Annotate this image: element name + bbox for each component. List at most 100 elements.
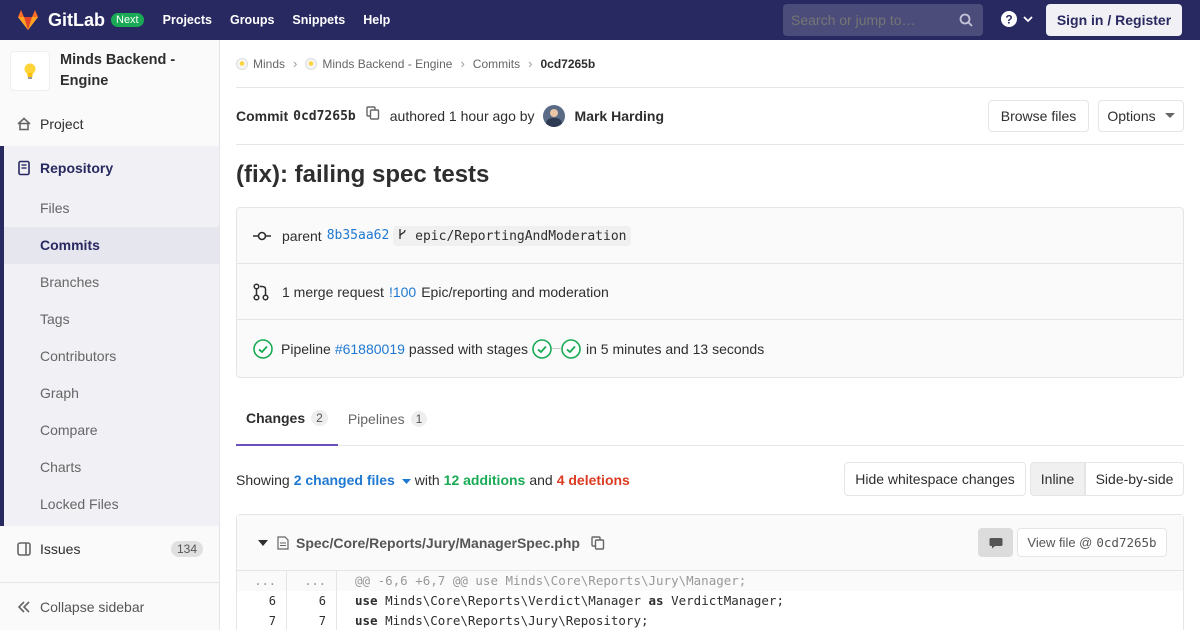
repository-submenu: Files Commits Branches Tags Contributors… (0, 190, 219, 526)
help-dropdown[interactable]: ? (1000, 10, 1034, 28)
next-badge[interactable]: Next (111, 13, 144, 27)
options-label: Options (1107, 108, 1156, 124)
search-input[interactable] (791, 12, 951, 28)
sidebar-item-graph[interactable]: Graph (4, 375, 219, 412)
browse-files-button[interactable]: Browse files (988, 100, 1089, 132)
old-line-number[interactable]: ... (237, 571, 287, 591)
nav-groups[interactable]: Groups (221, 0, 283, 40)
nav-projects[interactable]: Projects (154, 0, 221, 40)
inline-view-button[interactable]: Inline (1030, 462, 1085, 496)
sidebar-item-commits[interactable]: Commits (4, 227, 219, 264)
additions-count: 12 additions (443, 472, 526, 488)
new-line-number[interactable]: 7 (287, 611, 337, 630)
nav-snippets[interactable]: Snippets (283, 0, 354, 40)
project-sidebar: Minds Backend - Engine Project Repositor… (0, 40, 220, 630)
stage-passed-icon[interactable] (532, 338, 552, 359)
author-name[interactable]: Mark Harding (575, 108, 664, 124)
sidebar-item-charts[interactable]: Charts (4, 449, 219, 486)
diff-hunk-header: ... ... @@ -6,6 +6,7 @@ use Minds\Core\R… (237, 571, 1183, 591)
new-line-number[interactable]: 6 (287, 591, 337, 611)
issues-icon (17, 542, 31, 556)
pipeline-status-text: passed with stages (408, 340, 528, 357)
project-avatar-icon (305, 57, 318, 70)
branch-label[interactable]: epic/ReportingAndModeration (393, 225, 632, 246)
view-file-sha: 0cd7265b (1096, 535, 1157, 550)
svg-text:?: ? (1005, 13, 1012, 27)
top-navbar: GitLab Next Projects Groups Snippets Hel… (0, 0, 1200, 40)
sidebar-item-contributors[interactable]: Contributors (4, 338, 219, 375)
merge-request-icon (253, 282, 269, 301)
sidebar-item-files[interactable]: Files (4, 190, 219, 227)
merge-request-title: Epic/reporting and moderation (421, 283, 609, 300)
old-line-number[interactable]: 7 (237, 611, 287, 630)
breadcrumb-item[interactable]: Minds (236, 57, 285, 71)
view-file-button[interactable]: View file @ 0cd7265b (1017, 528, 1167, 557)
tab-changes[interactable]: Changes 2 (236, 391, 338, 446)
new-line-number[interactable]: ... (287, 571, 337, 591)
comment-icon (989, 537, 1002, 548)
sidebar-item-issues[interactable]: Issues 134 (0, 527, 219, 571)
sidebar-item-compare[interactable]: Compare (4, 412, 219, 449)
stage-connector (551, 348, 561, 349)
hide-whitespace-button[interactable]: Hide whitespace changes (844, 462, 1026, 496)
diff-line-code: use Minds\Core\Reports\Verdict\Manager a… (337, 591, 784, 611)
code-text: Minds\Core\Reports\Jury\Repository; (377, 613, 649, 628)
author-avatar[interactable] (542, 105, 565, 127)
deletions-count: 4 deletions (556, 472, 630, 488)
with-label: with (414, 472, 440, 488)
pipeline-status-passed-icon[interactable] (253, 338, 273, 359)
sidebar-item-label: Issues (40, 541, 81, 557)
breadcrumb-label: Minds Backend - Engine (322, 56, 453, 71)
diff-file-path[interactable]: Spec/Core/Reports/Jury/ManagerSpec.php (296, 535, 580, 551)
nav-help[interactable]: Help (354, 0, 399, 40)
breadcrumb-item[interactable]: Minds Backend - Engine (305, 57, 452, 71)
brand-name: GitLab (48, 9, 105, 30)
commit-sha: 0cd7265b (293, 108, 356, 124)
search-box[interactable] (783, 4, 983, 36)
home-icon (17, 117, 31, 131)
showing-label: Showing (236, 472, 290, 488)
and-label: and (529, 472, 553, 488)
repository-icon (18, 160, 30, 176)
breadcrumb-label: Minds (253, 56, 286, 71)
breadcrumb-separator: › (460, 56, 465, 71)
tab-pipelines[interactable]: Pipelines 1 (338, 391, 438, 446)
breadcrumb-item[interactable]: Commits (473, 57, 520, 71)
toggle-comments-button[interactable] (978, 528, 1013, 557)
project-name: Minds Backend - Engine (60, 52, 176, 89)
lightbulb-icon (24, 63, 36, 79)
code-text: Minds\Core\Reports\Verdict\Manager (377, 593, 649, 608)
sidebar-item-locked-files[interactable]: Locked Files (4, 486, 219, 526)
tab-count-badge: 2 (311, 409, 328, 426)
commit-info-box: parent 8b35aa62 epic/ReportingAndModerat… (236, 207, 1184, 378)
commit-label: Commit (236, 108, 289, 124)
breadcrumb-current[interactable]: 0cd7265b (540, 57, 595, 71)
collapse-sidebar-button[interactable]: Collapse sidebar (0, 582, 219, 630)
options-dropdown[interactable]: Options (1098, 100, 1184, 132)
sidebar-item-repository[interactable]: Repository (0, 146, 219, 190)
merge-request-link[interactable]: !100 (389, 284, 416, 300)
copy-icon[interactable] (366, 106, 380, 120)
sign-in-button[interactable]: Sign in / Register (1046, 4, 1182, 36)
diff-line: 6 6 use Minds\Core\Reports\Verdict\Manag… (237, 591, 1183, 611)
sidebar-item-tags[interactable]: Tags (4, 301, 219, 338)
pipeline-label: Pipeline (281, 340, 331, 357)
sidebar-item-label: Project (40, 116, 84, 132)
changed-files-label: 2 changed files (293, 472, 395, 488)
caret-down-icon[interactable] (258, 539, 268, 547)
side-by-side-button[interactable]: Side-by-side (1085, 462, 1184, 496)
copy-icon[interactable] (591, 535, 605, 550)
caret-down-icon (1164, 113, 1175, 118)
parent-sha-link[interactable]: 8b35aa62 (327, 228, 390, 243)
gitlab-logo[interactable]: GitLab Next (16, 8, 144, 32)
diff-line-code: use Minds\Core\Reports\Jury\Repository; (337, 611, 649, 630)
sidebar-item-branches[interactable]: Branches (4, 264, 219, 301)
stage-passed-icon[interactable] (561, 338, 581, 359)
old-line-number[interactable]: 6 (237, 591, 287, 611)
breadcrumb: Minds › Minds Backend - Engine › Commits… (236, 40, 1184, 88)
changed-files-dropdown[interactable]: 2 changed files (294, 472, 411, 488)
gitlab-tanuki-icon (18, 10, 38, 30)
sidebar-item-project[interactable]: Project (0, 102, 219, 146)
project-header[interactable]: Minds Backend - Engine (0, 40, 219, 102)
pipeline-link[interactable]: #61880019 (335, 341, 405, 357)
